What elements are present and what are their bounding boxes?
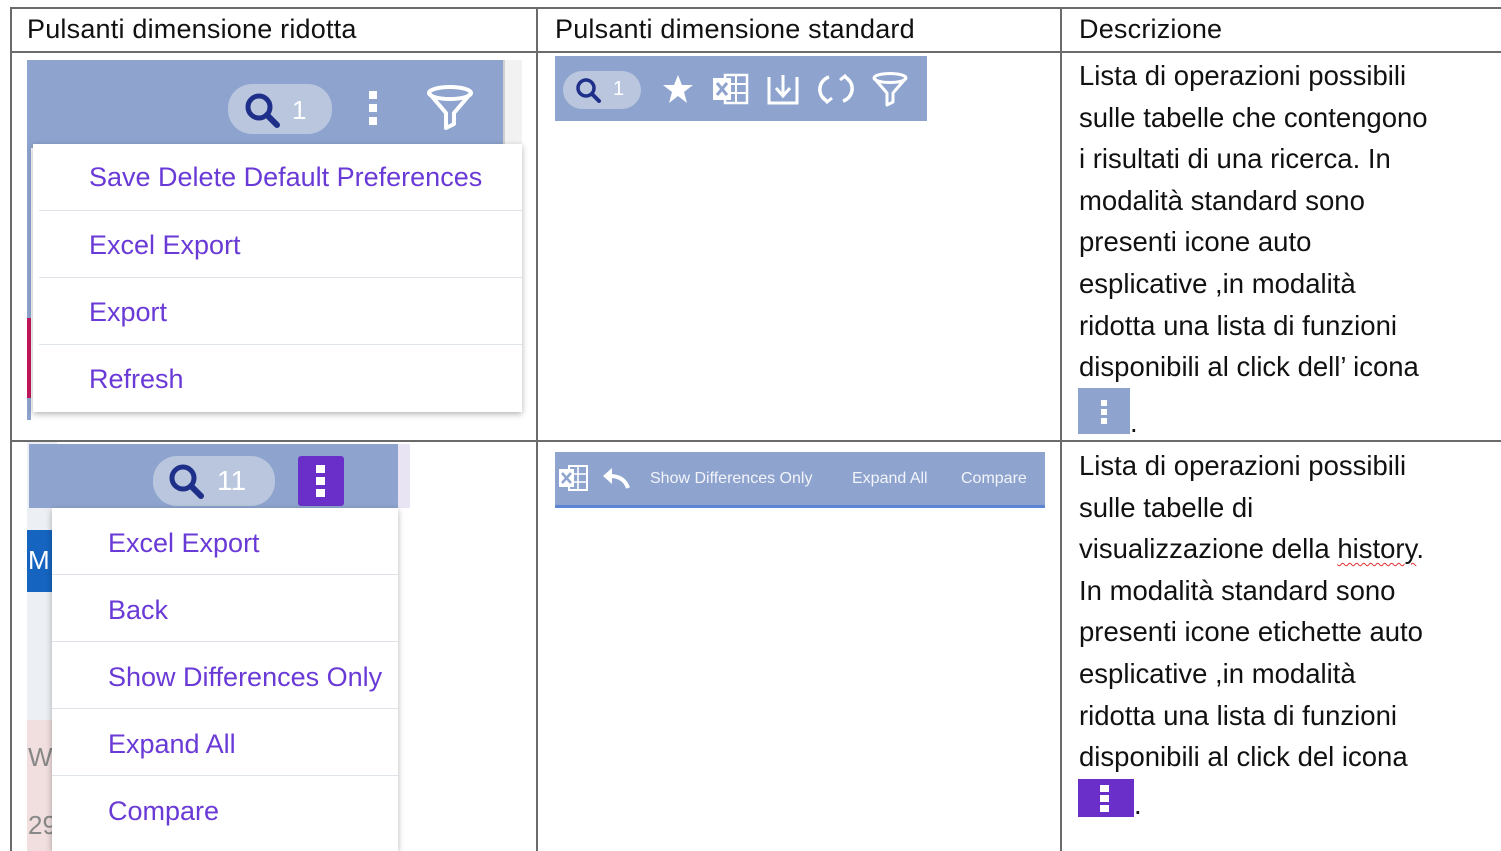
left-edge-accent-pink bbox=[27, 318, 31, 398]
partial-text-m: M bbox=[28, 545, 50, 575]
menu-item-refresh[interactable]: Refresh bbox=[33, 364, 522, 395]
description-line: esplicative ,in modalità bbox=[1079, 267, 1356, 299]
col-divider-2 bbox=[1060, 7, 1062, 851]
description-line: ridotta una lista di funzioni bbox=[1079, 699, 1397, 731]
menu-item-compare[interactable]: Compare bbox=[52, 796, 398, 827]
row1-bottom-border bbox=[10, 440, 1501, 442]
history-word: history bbox=[1337, 533, 1417, 565]
kebab-menu-icon-active-inline bbox=[1078, 779, 1134, 817]
standard-search-count: 1 bbox=[613, 78, 625, 100]
description-line: disponibili al click dell’ icona bbox=[1079, 351, 1419, 383]
history-options-menu: Excel Export Back Show Differences Only … bbox=[52, 508, 398, 851]
history-period: . bbox=[1416, 533, 1424, 565]
kebab-menu-icon-inline bbox=[1078, 388, 1130, 434]
search-count: 11 bbox=[217, 465, 247, 496]
kebab-menu-icon[interactable] bbox=[364, 88, 382, 128]
description-line-history: visualizzazione della history. bbox=[1079, 528, 1424, 570]
description-line: Lista di operazioni possibili bbox=[1079, 60, 1407, 91]
show-differences-only-button[interactable]: Show Differences Only bbox=[650, 470, 812, 488]
search-icon bbox=[576, 78, 601, 103]
menu-separator bbox=[39, 277, 522, 278]
menu-item-excel-export[interactable]: Excel Export bbox=[52, 528, 398, 559]
search-icon bbox=[245, 93, 280, 128]
menu-separator bbox=[39, 210, 522, 211]
col-divider-1 bbox=[536, 7, 538, 851]
description-line: disponibili al click del icona bbox=[1079, 741, 1408, 773]
menu-item-back[interactable]: Back bbox=[52, 595, 398, 626]
description-line: Lista di operazioni possibili bbox=[1079, 450, 1407, 481]
search-count: 1 bbox=[292, 95, 307, 125]
header-standard-buttons: Pulsanti dimensione standard bbox=[555, 14, 915, 44]
export-download-icon[interactable] bbox=[765, 71, 801, 107]
description-line: i risultati di una ricerca. In bbox=[1079, 143, 1391, 175]
kebab-menu-icon-active[interactable] bbox=[298, 456, 344, 506]
table-top-border bbox=[10, 7, 1501, 9]
description-line: modalità standard sono bbox=[1079, 184, 1365, 216]
filter-icon[interactable] bbox=[870, 71, 910, 109]
excel-icon[interactable] bbox=[711, 71, 751, 107]
refresh-icon[interactable] bbox=[817, 71, 855, 107]
menu-item-excel-export[interactable]: Excel Export bbox=[33, 230, 522, 261]
search-icon bbox=[169, 464, 204, 499]
description-period: . bbox=[1130, 407, 1138, 438]
row2-description: Lista di operazioni possibili sulle tabe… bbox=[1079, 445, 1424, 778]
description-line: esplicative ,in modalità bbox=[1079, 657, 1356, 689]
menu-separator bbox=[52, 775, 398, 776]
excel-icon[interactable] bbox=[558, 463, 590, 493]
filter-icon[interactable] bbox=[424, 84, 476, 134]
description-line: sulle tabelle che contengono bbox=[1079, 101, 1428, 133]
menu-separator bbox=[52, 574, 398, 575]
description-period: . bbox=[1134, 789, 1142, 820]
header-reduced-buttons: Pulsanti dimensione ridotta bbox=[27, 14, 357, 44]
menu-separator bbox=[52, 641, 398, 642]
header-bottom-border bbox=[10, 51, 1501, 53]
partial-text-w: W bbox=[28, 742, 53, 772]
header-description: Descrizione bbox=[1079, 14, 1223, 44]
star-icon[interactable] bbox=[661, 72, 695, 106]
description-line: sulle tabelle di bbox=[1079, 491, 1254, 523]
description-line-history-prefix: visualizzazione della bbox=[1079, 533, 1338, 565]
toolbar-right-edge bbox=[398, 444, 410, 508]
table-left-border bbox=[10, 7, 12, 851]
description-line: ridotta una lista di funzioni bbox=[1079, 309, 1397, 341]
compare-button[interactable]: Compare bbox=[961, 470, 1027, 488]
menu-item-expand-all[interactable]: Expand All bbox=[52, 729, 398, 760]
menu-separator bbox=[39, 344, 522, 345]
row1-description: Lista di operazioni possibili sulle tabe… bbox=[1079, 55, 1428, 388]
reduced-options-menu: Save Delete Default Preferences Excel Ex… bbox=[33, 144, 522, 412]
description-line: presenti icone auto bbox=[1079, 226, 1312, 258]
menu-separator bbox=[52, 708, 398, 709]
back-arrow-icon[interactable] bbox=[600, 464, 632, 492]
expand-all-button[interactable]: Expand All bbox=[852, 470, 928, 488]
description-line: presenti icone etichette auto bbox=[1079, 616, 1423, 648]
menu-item-export[interactable]: Export bbox=[33, 297, 522, 328]
menu-item-save-delete-default-preferences[interactable]: Save Delete Default Preferences bbox=[33, 162, 522, 193]
menu-item-show-differences-only[interactable]: Show Differences Only bbox=[52, 662, 398, 693]
description-line: In modalità standard sono bbox=[1079, 574, 1396, 606]
